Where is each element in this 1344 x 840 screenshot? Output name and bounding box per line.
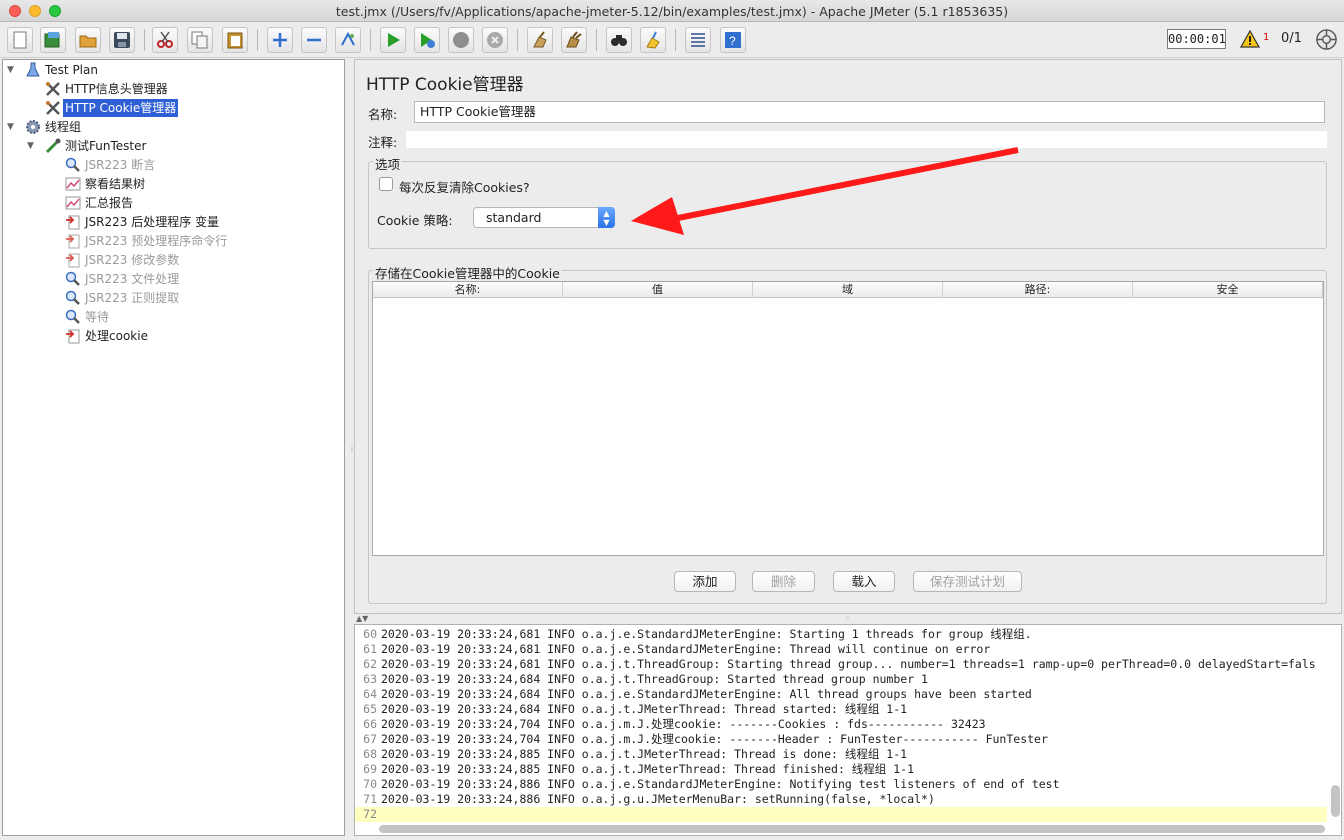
log-line: 62 2020-03-19 20:33:24,681 INFO o.a.j.t.T… — [355, 657, 1327, 672]
log-line-number: 65 — [363, 702, 377, 716]
log-line-text: 2020-03-19 20:33:24,886 INFO o.a.j.g.u.J… — [381, 792, 935, 806]
add-button[interactable]: 添加 — [674, 571, 736, 592]
log-line: 71 2020-03-19 20:33:24,886 INFO o.a.j.g.u… — [355, 792, 1327, 807]
load-button[interactable]: 载入 — [833, 571, 895, 592]
table-column-header[interactable]: 路径: — [943, 282, 1133, 298]
delete-button[interactable]: 删除 — [752, 571, 815, 592]
log-line-number: 60 — [363, 627, 377, 641]
log-line-number: 70 — [363, 777, 377, 791]
log-line-text: 2020-03-19 20:33:24,885 INFO o.a.j.t.JMe… — [381, 762, 914, 776]
table-column-header[interactable]: 域 — [753, 282, 943, 298]
log-line-number: 72 — [363, 807, 377, 821]
log-line-text: 2020-03-19 20:33:24,704 INFO o.a.j.m.J.处… — [381, 717, 986, 731]
table-column-header[interactable]: 值 — [563, 282, 753, 298]
log-line: 70 2020-03-19 20:33:24,886 INFO o.a.j.e.S… — [355, 777, 1327, 792]
table-column-header[interactable]: 安全 — [1133, 282, 1323, 298]
log-line: 68 2020-03-19 20:33:24,885 INFO o.a.j.t.J… — [355, 747, 1327, 762]
log-line: 60 2020-03-19 20:33:24,681 INFO o.a.j.e.S… — [355, 627, 1327, 642]
log-line: 69 2020-03-19 20:33:24,885 INFO o.a.j.t.J… — [355, 762, 1327, 777]
table-column-header[interactable]: 名称: — [373, 282, 563, 298]
log-line-text: 2020-03-19 20:33:24,704 INFO o.a.j.m.J.处… — [381, 732, 1048, 746]
log-horizontal-scrollbar[interactable] — [379, 825, 1325, 833]
log-line: 66 2020-03-19 20:33:24,704 INFO o.a.j.m.J… — [355, 717, 1327, 732]
log-line-text: 2020-03-19 20:33:24,684 INFO o.a.j.t.Thr… — [381, 672, 928, 686]
log-line: 72 — [355, 807, 1327, 822]
log-line: 61 2020-03-19 20:33:24,681 INFO o.a.j.e.S… — [355, 642, 1327, 657]
cookie-table[interactable]: 名称: 值域路径: 安全 — [372, 281, 1324, 556]
log-line-text: 2020-03-19 20:33:24,885 INFO o.a.j.t.JMe… — [381, 747, 908, 761]
log-line-number: 63 — [363, 672, 377, 686]
log-line: 65 2020-03-19 20:33:24,684 INFO o.a.j.t.J… — [355, 702, 1327, 717]
table-header: 名称: 值域路径: 安全 — [373, 282, 1323, 298]
log-line-number: 66 — [363, 717, 377, 731]
log-line: 67 2020-03-19 20:33:24,704 INFO o.a.j.m.J… — [355, 732, 1327, 747]
horizontal-split-handle[interactable]: ▲▼ ◦ — [354, 614, 1342, 624]
log-line-text: 2020-03-19 20:33:24,681 INFO o.a.j.t.Thr… — [381, 657, 1316, 671]
log-vertical-scrollbar[interactable] — [1331, 785, 1340, 817]
log-viewer[interactable]: 60 2020-03-19 20:33:24,681 INFO o.a.j.e.S… — [354, 624, 1342, 836]
log-line-text: 2020-03-19 20:33:24,684 INFO o.a.j.e.Sta… — [381, 687, 1032, 701]
log-line-number: 68 — [363, 747, 377, 761]
log-line-text: 2020-03-19 20:33:24,681 INFO o.a.j.e.Sta… — [381, 642, 991, 656]
stored-cookies-legend: 存储在Cookie管理器中的Cookie — [373, 263, 562, 282]
log-line: 64 2020-03-19 20:33:24,684 INFO o.a.j.e.S… — [355, 687, 1327, 702]
log-line-text: 2020-03-19 20:33:24,684 INFO o.a.j.t.JMe… — [381, 702, 908, 716]
log-line-number: 61 — [363, 642, 377, 656]
log-line-number: 67 — [363, 732, 377, 746]
log-line-number: 64 — [363, 687, 377, 701]
save-test-plan-button[interactable]: 保存测试计划 — [913, 571, 1022, 592]
log-line-text: 2020-03-19 20:33:24,681 INFO o.a.j.e.Sta… — [381, 627, 1032, 641]
log-line: 63 2020-03-19 20:33:24,684 INFO o.a.j.t.T… — [355, 672, 1327, 687]
log-line-number: 69 — [363, 762, 377, 776]
log-line-number: 62 — [363, 657, 377, 671]
log-line-number: 71 — [363, 792, 377, 806]
log-line-text: 2020-03-19 20:33:24,886 INFO o.a.j.e.Sta… — [381, 777, 1060, 791]
